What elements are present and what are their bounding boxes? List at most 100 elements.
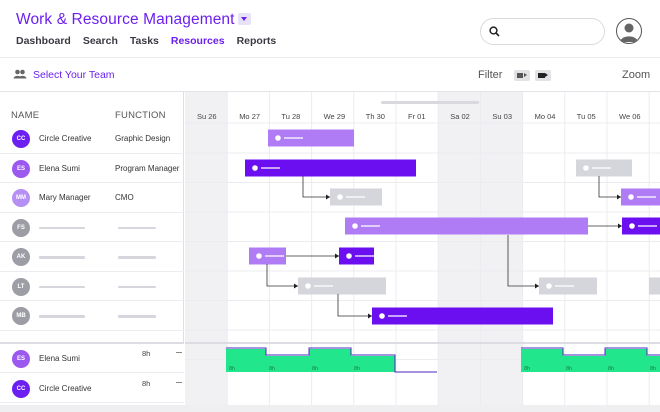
nav-reports[interactable]: Reports [237, 35, 277, 47]
dependency-line [337, 294, 372, 317]
nav-dashboard[interactable]: Dashboard [16, 35, 71, 47]
day-label: Fr 01 [408, 112, 426, 121]
weekend-column [480, 92, 523, 412]
nav-search[interactable]: Search [83, 35, 118, 47]
name-placeholder [39, 256, 85, 259]
workload-row[interactable]: ES Elena Sumi 8h [0, 344, 184, 373]
select-team-button[interactable]: Select Your Team [33, 69, 115, 81]
weekend-column [438, 92, 481, 412]
horizontal-scroll-track[interactable] [0, 405, 660, 412]
team-icon [13, 69, 27, 79]
workload-bar-label: 8h [650, 366, 656, 372]
resource-row[interactable]: MM Mary Manager CMO [0, 183, 184, 213]
resource-list: NAME FUNCTION CC Circle Creative Graphic D… [0, 92, 184, 412]
dependency-arrow [535, 283, 539, 289]
task-handle [546, 283, 552, 289]
day-label: Th 30 [365, 112, 385, 121]
day-label: Mo 04 [534, 112, 556, 121]
resource-name: Mary Manager [39, 193, 91, 202]
avatar: LT [12, 277, 30, 296]
workload-bar-label: 8h [269, 366, 275, 372]
workload-panel: ES Elena Sumi 8h CC Circle Creative 8h [0, 342, 184, 412]
function-placeholder [118, 226, 156, 229]
resource-row[interactable]: AK [0, 242, 184, 272]
dependency-arrow [294, 283, 298, 289]
task-handle [256, 253, 262, 259]
workload-name: Circle Creative [39, 383, 92, 393]
day-label: We 29 [323, 112, 346, 121]
dependency-arrow [368, 313, 372, 319]
resource-name: Circle Creative [39, 134, 92, 143]
name-placeholder [39, 226, 85, 229]
nav-tasks[interactable]: Tasks [130, 35, 159, 47]
function-placeholder [118, 256, 156, 259]
column-header-function[interactable]: FUNCTION [115, 110, 166, 121]
avatar: CC [12, 379, 30, 398]
weekend-column [185, 92, 228, 412]
task-handle [629, 223, 635, 229]
workload-bar-label: 8h [229, 366, 235, 372]
app-title: Work & Resource Management [16, 11, 235, 28]
task-handle [305, 283, 311, 289]
dependency-line [266, 264, 298, 287]
task-handle [337, 194, 343, 200]
workload-bar-label: 8h [566, 366, 572, 372]
filter-label[interactable]: Filter [478, 69, 502, 81]
name-placeholder [39, 285, 85, 288]
search-box[interactable] [480, 18, 605, 45]
title-dropdown-icon[interactable] [238, 13, 251, 25]
day-label: Su 03 [492, 112, 512, 121]
filter-list-icon[interactable] [514, 70, 530, 81]
gantt-chart: 8h 8h 8h 8h 8h 8h 8h 8h [185, 92, 660, 412]
task-handle [583, 165, 589, 171]
day-label: Tu 28 [281, 112, 301, 121]
dependency-arrow [617, 194, 621, 200]
day-label: We 06 [619, 112, 641, 121]
workload-hours: 8h [142, 349, 151, 358]
resource-row[interactable]: CC Circle Creative Graphic Design [0, 124, 184, 154]
filter-tag-icon[interactable] [535, 70, 551, 81]
task-handle [252, 165, 258, 171]
task-handle [352, 223, 358, 229]
avatar: FS [12, 218, 30, 237]
avatar: MB [12, 307, 30, 325]
task-bar [268, 129, 354, 147]
workload-dash [176, 352, 182, 353]
workload-bar-label: 8h [608, 366, 614, 372]
nav-resources[interactable]: Resources [171, 35, 225, 47]
day-label: Tu 05 [576, 112, 596, 121]
search-input[interactable] [505, 24, 595, 40]
resource-function: Program Manager [115, 163, 180, 173]
workload-row[interactable]: CC Circle Creative 8h [0, 374, 184, 403]
search-icon [489, 26, 500, 37]
resource-row[interactable]: LT [0, 272, 184, 301]
app-header: Work & Resource Management Dashboard Sea… [0, 0, 660, 58]
task-bar [298, 277, 386, 295]
main-nav: Dashboard Search Tasks Resources Reports [16, 35, 276, 47]
user-icon [620, 23, 638, 42]
avatar: ES [12, 159, 30, 178]
resource-row[interactable]: MB [0, 301, 184, 331]
user-avatar[interactable] [616, 18, 642, 44]
resource-name: Elena Sumi [39, 163, 80, 173]
resource-row[interactable]: FS [0, 213, 184, 242]
dependency-arrow [326, 194, 330, 200]
task-handle [346, 253, 352, 259]
resource-toolbar: Select Your Team Filter Zoom [0, 58, 660, 92]
resource-row[interactable]: ES Elena Sumi Program Manager [0, 154, 184, 183]
function-placeholder [118, 285, 156, 288]
avatar: AK [12, 248, 30, 266]
timeline-scrollbar[interactable] [381, 101, 479, 104]
day-label: Mo 27 [239, 112, 261, 121]
column-header-name[interactable]: NAME [11, 110, 39, 121]
day-label: Sa 02 [450, 112, 470, 121]
workload-bar-label: 8h [312, 366, 318, 372]
task-bar [345, 217, 588, 235]
function-placeholder [118, 315, 156, 318]
zoom-label[interactable]: Zoom [622, 69, 650, 81]
dependency-arrow [618, 223, 622, 229]
workload-divider [185, 342, 660, 344]
workload-dash [176, 381, 182, 383]
day-label: Su 26 [197, 112, 217, 121]
avatar: ES [12, 350, 30, 368]
